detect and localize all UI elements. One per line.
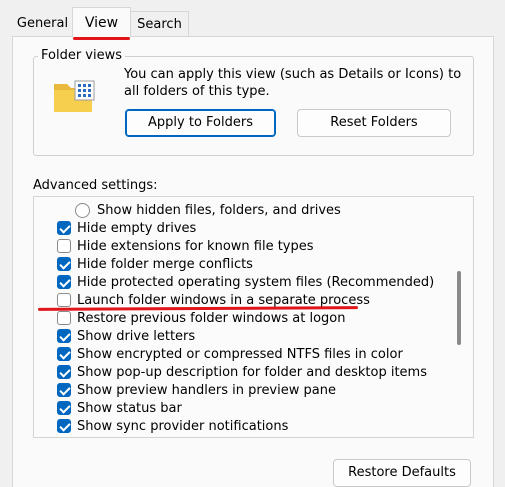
list-item-label: Hide empty drives [77, 221, 197, 236]
checkbox[interactable] [57, 365, 71, 379]
reset-folders-button[interactable]: Reset Folders [297, 109, 451, 137]
checkbox[interactable] [57, 401, 71, 415]
tab-view[interactable]: View [72, 7, 131, 37]
checkbox[interactable] [57, 257, 71, 271]
checkbox[interactable] [57, 311, 71, 325]
checkbox[interactable] [57, 419, 71, 433]
list-item-label: Show preview handlers in preview pane [77, 383, 336, 398]
advanced-list-scrollbar-thumb[interactable] [457, 271, 461, 345]
list-item-label: Show pop-up description for folder and d… [77, 365, 427, 380]
list-item-label: Hide protected operating system files (R… [77, 275, 435, 290]
checkbox[interactable] [57, 293, 71, 307]
list-item-label: Hide folder merge conflicts [77, 257, 253, 272]
checkbox[interactable] [57, 347, 71, 361]
checkbox[interactable] [57, 329, 71, 343]
restore-defaults-button[interactable]: Restore Defaults [333, 459, 471, 487]
list-item-label: Show encrypted or compressed NTFS files … [77, 347, 403, 362]
view-tab-annotation-underline [73, 37, 130, 40]
checkbox[interactable] [57, 239, 71, 253]
folder-options-dialog: General View Search Folder views You can… [0, 0, 505, 487]
checkbox[interactable] [57, 221, 71, 235]
radio-button[interactable] [75, 203, 90, 218]
folder-view-icon [54, 80, 95, 112]
tab-search[interactable]: Search [131, 11, 189, 36]
list-item-label: Show status bar [77, 401, 182, 416]
folder-views-legend: Folder views [38, 48, 126, 63]
list-item-label: Show drive letters [77, 329, 196, 344]
list-item-label: Show sync provider notifications [77, 419, 289, 434]
tab-general[interactable]: General [12, 11, 73, 36]
checkbox[interactable] [57, 275, 71, 289]
list-item-label: Show hidden files, folders, and drives [97, 203, 341, 218]
folder-views-description: You can apply this view (such as Details… [124, 67, 462, 99]
list-item-label: Restore previous folder windows at logon [77, 311, 346, 326]
list-item-label: Hide extensions for known file types [77, 239, 314, 254]
advanced-settings-list[interactable]: Show hidden files, folders, and drives H… [33, 196, 474, 438]
advanced-settings-label: Advanced settings: [33, 178, 158, 193]
checkbox[interactable] [57, 383, 71, 397]
apply-to-folders-button[interactable]: Apply to Folders [125, 109, 276, 137]
